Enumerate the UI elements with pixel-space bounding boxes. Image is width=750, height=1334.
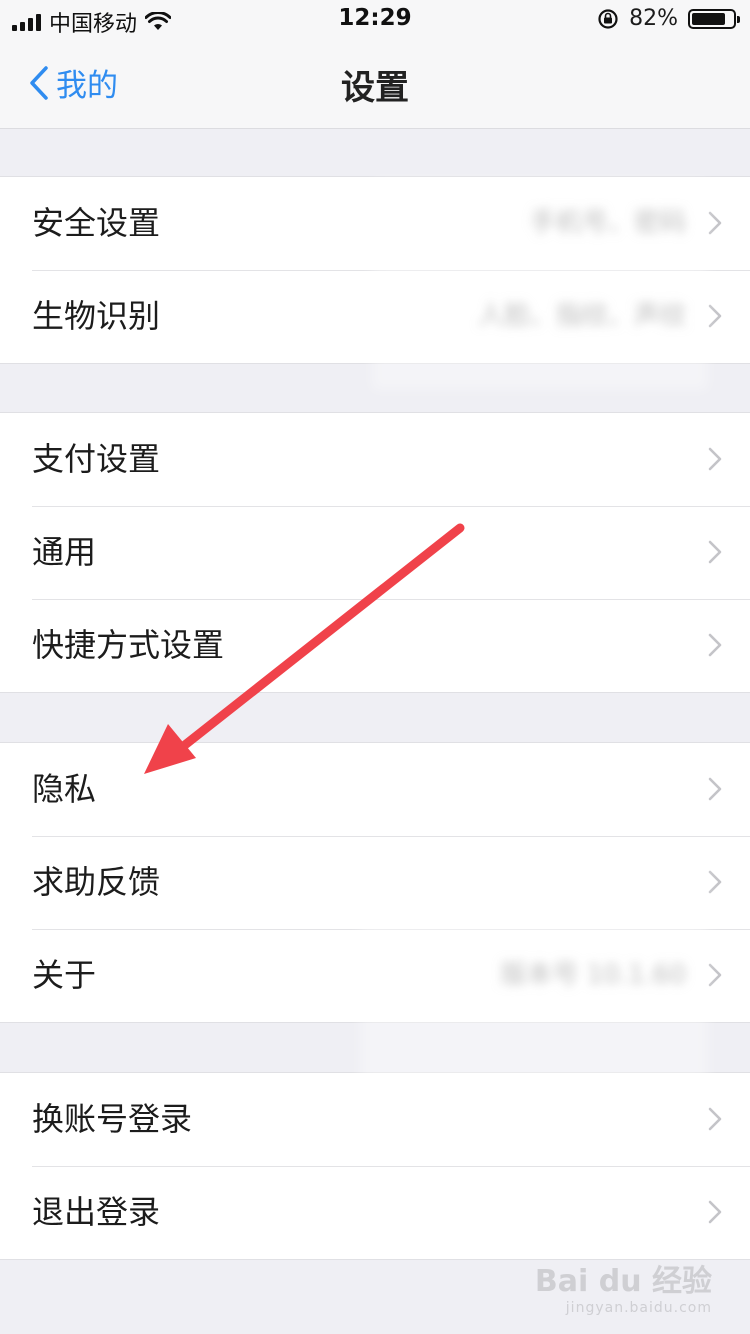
baidu-jingyan-watermark: Bai du 经验 jingyan.baidu.com bbox=[535, 1256, 712, 1316]
annotation-arrow bbox=[144, 523, 465, 774]
watermark-brand: Bai du 经验 bbox=[534, 1264, 712, 1299]
watermark-url: jingyan.baidu.com bbox=[565, 1300, 712, 1316]
